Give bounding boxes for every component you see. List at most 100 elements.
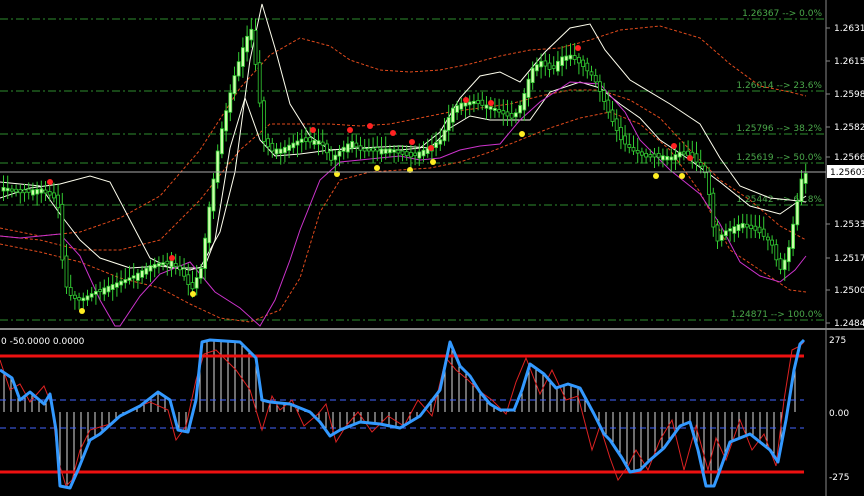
- candle-body: [715, 224, 720, 242]
- candle-body: [22, 189, 27, 194]
- candle-body: [224, 110, 229, 132]
- candle-body: [400, 150, 405, 155]
- fractal-down-dot: [374, 165, 380, 171]
- candle-body: [156, 263, 161, 267]
- candle-body: [379, 148, 384, 155]
- candle-body: [471, 100, 476, 105]
- candle-body: [568, 54, 573, 60]
- candle-body: [152, 263, 157, 269]
- candle-body: [749, 224, 753, 230]
- candle-body: [56, 194, 60, 209]
- candle-body: [480, 99, 485, 106]
- fib-level-label: 1.24871 --> 100.0%: [731, 310, 823, 320]
- candle-body: [526, 78, 531, 98]
- price-chart-window[interactable]: 1.26367 --> 0.0% 1.26014 --> 23.6% 1.25796…: [0, 0, 864, 328]
- candle-body: [669, 156, 674, 161]
- candle-body: [215, 150, 220, 183]
- candle-body: [320, 141, 325, 146]
- candle-body: [106, 285, 111, 293]
- candle-body: [577, 56, 581, 64]
- fractal-up-dot: [390, 130, 396, 136]
- candle-body: [219, 128, 224, 155]
- candle-body: [518, 105, 522, 114]
- candle-body: [707, 171, 711, 196]
- candle-body: [312, 139, 317, 145]
- candle-body: [438, 139, 443, 145]
- candle-body: [644, 152, 648, 158]
- fractal-up-dot: [671, 143, 677, 149]
- candle-body: [207, 206, 212, 244]
- candle-body: [291, 142, 296, 149]
- candle-body: [366, 148, 371, 152]
- candle-body: [98, 289, 102, 292]
- fractal-up-dot: [428, 145, 434, 151]
- candle-body: [131, 275, 136, 279]
- candle-body: [77, 297, 81, 301]
- candle-body: [333, 154, 338, 161]
- candle-body: [564, 55, 569, 61]
- candle-body: [682, 151, 686, 155]
- trading-terminal-chart[interactable]: 1.26367 --> 0.0% 1.26014 --> 23.6% 1.25796…: [0, 0, 864, 496]
- candle-body: [514, 112, 518, 118]
- candle-body: [686, 150, 690, 157]
- candle-body: [102, 287, 107, 295]
- candle-body: [404, 151, 409, 156]
- candle-body: [631, 147, 636, 152]
- candle-body: [165, 260, 170, 265]
- candle-body: [303, 137, 308, 142]
- candle-body: [135, 272, 140, 281]
- candle-body: [253, 29, 258, 65]
- fractal-up-dot: [488, 100, 494, 106]
- candle-body: [740, 223, 745, 229]
- candle-body: [211, 178, 216, 212]
- fractal-up-dot: [687, 155, 693, 161]
- candle-body: [787, 246, 791, 263]
- fractal-up-dot: [169, 255, 175, 261]
- candle-body: [47, 190, 52, 196]
- candle-body: [60, 203, 65, 261]
- candle-body: [148, 265, 153, 272]
- candle-body: [240, 47, 245, 67]
- candle-body: [543, 60, 548, 67]
- candle-body: [757, 226, 762, 234]
- candle-body: [535, 64, 539, 72]
- candle-body: [509, 113, 514, 119]
- candle-body: [711, 192, 716, 228]
- candle-body: [18, 189, 23, 194]
- candle-body: [266, 138, 271, 148]
- candle-body: [791, 223, 795, 249]
- candle-body: [778, 258, 783, 270]
- candle-body: [94, 290, 98, 295]
- candle-body: [261, 100, 266, 142]
- candle-body: [450, 107, 455, 123]
- fractal-up-dot: [575, 45, 581, 51]
- candle-body: [795, 200, 800, 226]
- candle-body: [123, 279, 128, 284]
- candle-body: [501, 110, 506, 115]
- candle-body: [89, 293, 94, 298]
- candle-body: [387, 148, 392, 154]
- candle-body: [140, 270, 145, 278]
- candle-body: [9, 188, 14, 192]
- candle-body: [627, 144, 632, 148]
- candle-body: [119, 280, 123, 286]
- candle-body: [652, 153, 657, 158]
- candle-body: [64, 255, 69, 288]
- candle-body: [345, 143, 350, 153]
- price-tick-label: 1.25985: [834, 90, 864, 100]
- candle-body: [35, 189, 39, 195]
- fib-level-label: 1.26014 --> 23.6%: [736, 81, 822, 91]
- candle-body: [661, 155, 665, 161]
- candle-body: [316, 140, 321, 145]
- candle-body: [329, 150, 334, 161]
- candle-body: [52, 192, 56, 199]
- candle-body: [497, 109, 502, 113]
- candle-body: [598, 81, 602, 92]
- oscillator-window[interactable]: 0 -50.0000 0.0000 275 0.00 -275: [0, 330, 864, 496]
- candle-body: [194, 277, 199, 289]
- candle-body: [127, 277, 132, 281]
- candle-body: [421, 149, 426, 157]
- candle-body: [337, 150, 342, 157]
- candle-body: [476, 100, 481, 105]
- fractal-up-dot: [463, 97, 469, 103]
